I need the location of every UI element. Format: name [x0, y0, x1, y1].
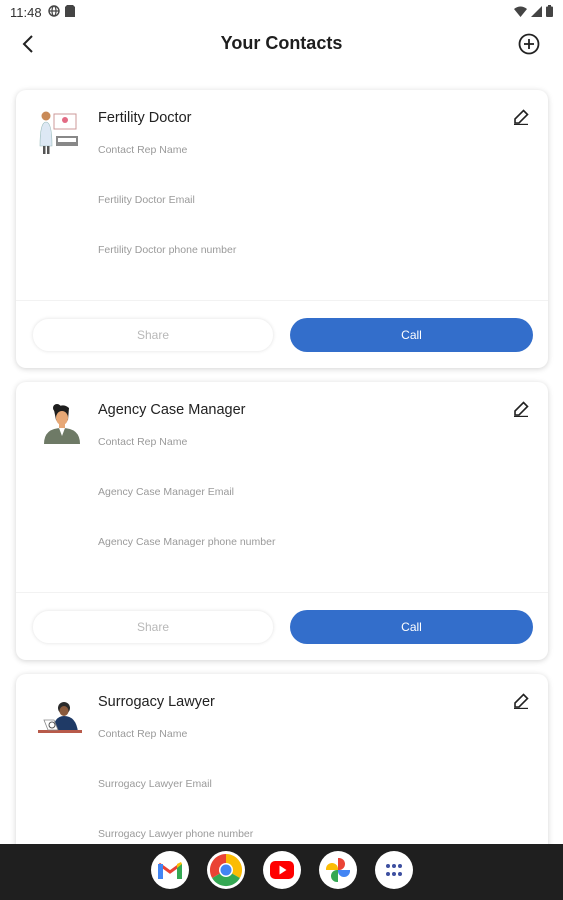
contact-phone: Agency Case Manager phone number [98, 536, 276, 548]
edit-pen-icon [514, 693, 529, 709]
doctor-avatar-icon [34, 106, 84, 156]
add-contact-button[interactable] [515, 30, 543, 58]
gmail-icon[interactable] [150, 851, 189, 889]
page-title: Your Contacts [220, 33, 343, 53]
contact-title: Surrogacy Lawyer [98, 694, 215, 710]
signal-icon [531, 5, 542, 17]
divider [16, 300, 548, 301]
status-time: 11:48 [10, 5, 42, 20]
app-bar: Your Contacts [0, 24, 563, 64]
wifi-icon [514, 6, 527, 17]
app-dock [0, 851, 563, 889]
call-button[interactable]: Call [290, 610, 533, 644]
app-drawer-icon[interactable] [374, 851, 413, 889]
contact-email: Surrogacy Lawyer Email [98, 778, 212, 790]
contact-rep-name: Contact Rep Name [98, 144, 188, 156]
call-button[interactable]: Call [290, 318, 533, 352]
divider [16, 592, 548, 593]
share-button[interactable]: Share [32, 318, 274, 352]
share-button[interactable]: Share [32, 610, 274, 644]
contact-card-agency-case-manager: Agency Case Manager Contact Rep Name Age… [16, 382, 548, 660]
contact-email: Fertility Doctor Email [98, 194, 195, 206]
edit-pen-icon [514, 109, 529, 125]
battery-icon [546, 5, 553, 17]
sim-card-icon [65, 5, 75, 17]
contact-email: Agency Case Manager Email [98, 486, 234, 498]
youtube-icon[interactable] [262, 851, 301, 889]
case-manager-avatar-icon [34, 398, 84, 448]
status-bar: 11:48 [0, 0, 563, 24]
edit-button[interactable] [510, 106, 532, 128]
contact-rep-name: Contact Rep Name [98, 728, 188, 740]
edit-button[interactable] [510, 690, 532, 712]
contact-rep-name: Contact Rep Name [98, 436, 188, 448]
google-photos-icon[interactable] [318, 851, 357, 889]
contact-title: Fertility Doctor [98, 110, 192, 126]
contact-card-fertility-doctor: Fertility Doctor Contact Rep Name Fertil… [16, 90, 548, 368]
contact-title: Agency Case Manager [98, 402, 246, 418]
chrome-icon[interactable] [206, 851, 245, 889]
contact-phone: Fertility Doctor phone number [98, 244, 237, 256]
edit-button[interactable] [510, 398, 532, 420]
edit-pen-icon [514, 401, 529, 417]
contact-phone: Surrogacy Lawyer phone number [98, 828, 254, 840]
add-circle-icon [518, 33, 540, 55]
vpn-globe-icon [48, 5, 60, 17]
lawyer-avatar-icon [34, 690, 84, 740]
taskbar [0, 844, 563, 900]
